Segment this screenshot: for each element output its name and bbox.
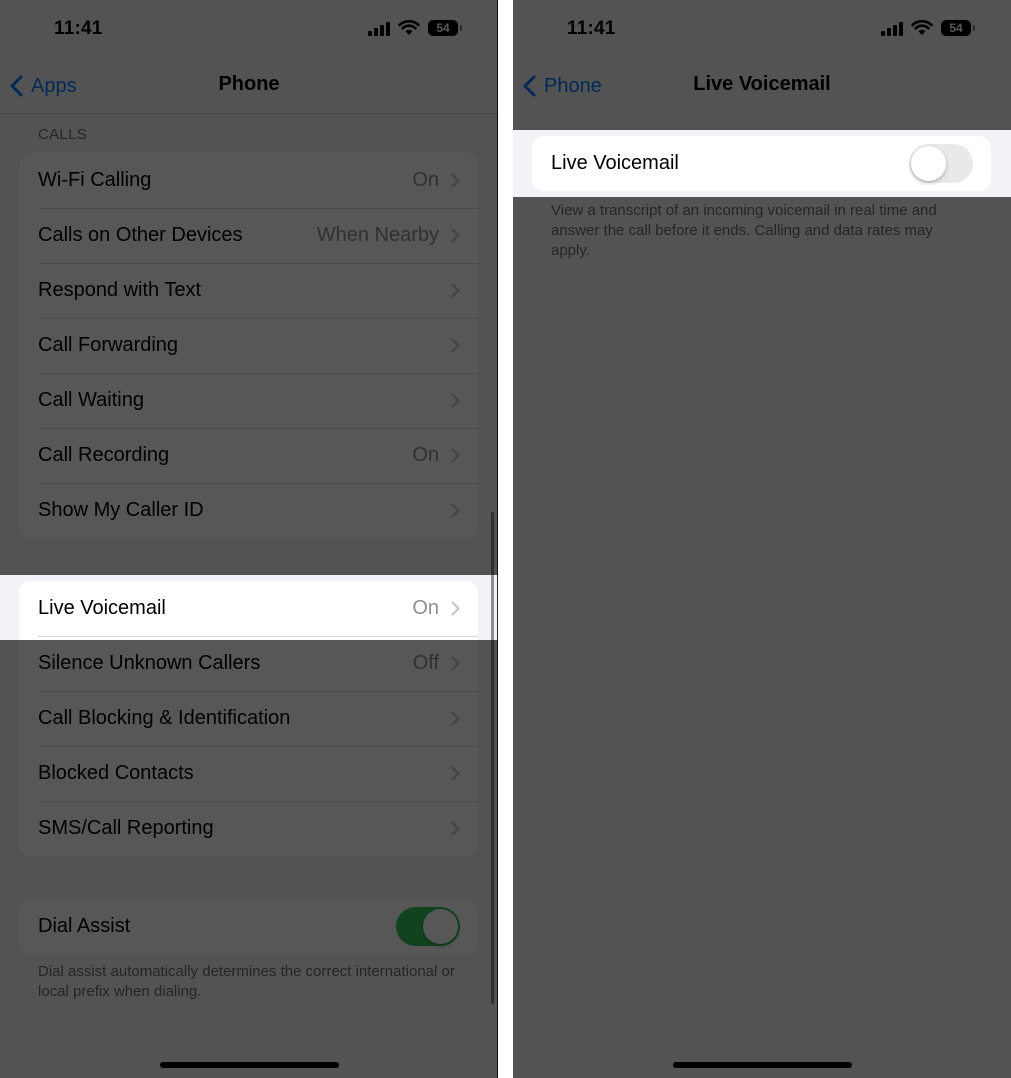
calls-group: Wi-Fi Calling On Calls on Other Devices …: [19, 153, 478, 538]
status-time: 11:41: [567, 18, 616, 39]
live-voicemail-row: Live Voicemail: [532, 136, 991, 191]
battery-icon: 54: [428, 20, 462, 36]
chevron-right-icon: [451, 601, 460, 616]
chevron-right-icon: [451, 393, 460, 408]
respond-with-text-row[interactable]: Respond with Text: [19, 263, 478, 318]
live-voicemail-highlight: Live Voicemail On: [19, 581, 478, 636]
row-label: Respond with Text: [38, 279, 202, 301]
back-button[interactable]: Apps: [10, 72, 77, 100]
row-label: Calls on Other Devices: [38, 224, 243, 246]
row-label: Wi-Fi Calling: [38, 169, 152, 191]
live-voicemail-group: Live Voicemail: [532, 136, 991, 191]
scroll-indicator: [491, 512, 494, 1004]
live-voicemail-row[interactable]: Live Voicemail On: [19, 581, 478, 636]
live-voicemail-toggle[interactable]: [909, 144, 973, 183]
chevron-right-icon: [451, 711, 460, 726]
toggle-knob: [911, 146, 946, 181]
frame-border-left: [497, 0, 498, 1078]
status-bar: 11:41 54: [513, 0, 1011, 58]
back-button-label: Phone: [544, 74, 602, 97]
row-label: Dial Assist: [38, 915, 131, 937]
status-bar: 11:41 54: [0, 0, 498, 58]
call-blocking-row[interactable]: Call Blocking & Identification: [19, 691, 478, 746]
show-my-caller-id-row[interactable]: Show My Caller ID: [19, 483, 478, 538]
silence-unknown-callers-row[interactable]: Silence Unknown Callers Off: [19, 636, 478, 691]
call-waiting-row[interactable]: Call Waiting: [19, 373, 478, 428]
chevron-right-icon: [451, 283, 460, 298]
sms-call-reporting-row[interactable]: SMS/Call Reporting: [19, 801, 478, 856]
row-value: Off: [412, 652, 439, 674]
row-label: Live Voicemail: [551, 152, 679, 174]
cellular-signal-icon: [368, 22, 392, 36]
row-label: Blocked Contacts: [38, 762, 194, 784]
dim-overlay-bottom: [513, 197, 1011, 1078]
row-value: On: [412, 444, 439, 466]
calls-on-other-devices-row[interactable]: Calls on Other Devices When Nearby: [19, 208, 478, 263]
wifi-calling-row[interactable]: Wi-Fi Calling On: [19, 153, 478, 208]
wifi-icon: [398, 20, 420, 35]
live-voicemail-footer: View a transcript of an incoming voicema…: [551, 202, 937, 259]
row-label: SMS/Call Reporting: [38, 817, 214, 839]
dial-assist-row: Dial Assist: [19, 899, 478, 954]
screen-divider: [498, 0, 513, 1078]
chevron-right-icon: [451, 338, 460, 353]
chevron-right-icon: [451, 228, 460, 243]
dial-assist-footer: Dial assist automatically determines the…: [38, 963, 455, 1000]
home-indicator: [160, 1062, 339, 1068]
phone-settings-screen: 11:41 54 Phone Apps CALLS Wi-Fi Calling …: [0, 0, 498, 1078]
chevron-left-icon: [523, 75, 536, 97]
row-label: Call Waiting: [38, 389, 144, 411]
back-button-label: Apps: [31, 74, 77, 97]
blocked-contacts-row[interactable]: Blocked Contacts: [19, 746, 478, 801]
row-value: When Nearby: [316, 224, 439, 246]
chevron-right-icon: [451, 448, 460, 463]
navigation-bar: Live Voicemail Phone: [513, 58, 1011, 114]
cellular-signal-icon: [881, 22, 905, 36]
live-voicemail-screen: 11:41 54 Live Voicemail Phone View a tra…: [513, 0, 1011, 1078]
chevron-left-icon: [10, 75, 23, 97]
row-value: On: [412, 169, 439, 191]
row-label: Show My Caller ID: [38, 499, 204, 521]
call-forwarding-row[interactable]: Call Forwarding: [19, 318, 478, 373]
calls-section-header: CALLS: [38, 126, 88, 143]
dial-assist-group: Dial Assist: [19, 899, 478, 954]
home-indicator: [673, 1062, 852, 1068]
chevron-right-icon: [451, 821, 460, 836]
navigation-bar: Phone Apps: [0, 58, 498, 114]
row-label: Call Forwarding: [38, 334, 179, 356]
row-label: Call Recording: [38, 444, 170, 466]
chevron-right-icon: [451, 503, 460, 518]
chevron-right-icon: [451, 766, 460, 781]
chevron-right-icon: [451, 656, 460, 671]
battery-icon: 54: [941, 20, 975, 36]
call-recording-row[interactable]: Call Recording On: [19, 428, 478, 483]
row-label: Live Voicemail: [38, 597, 166, 619]
wifi-icon: [911, 20, 933, 35]
status-time: 11:41: [54, 18, 103, 39]
row-value: On: [412, 597, 439, 619]
back-button[interactable]: Phone: [523, 72, 602, 100]
chevron-right-icon: [451, 173, 460, 188]
toggle-knob: [423, 909, 458, 944]
row-label: Call Blocking & Identification: [38, 707, 291, 729]
dial-assist-toggle[interactable]: [396, 907, 460, 946]
row-label: Silence Unknown Callers: [38, 652, 261, 674]
